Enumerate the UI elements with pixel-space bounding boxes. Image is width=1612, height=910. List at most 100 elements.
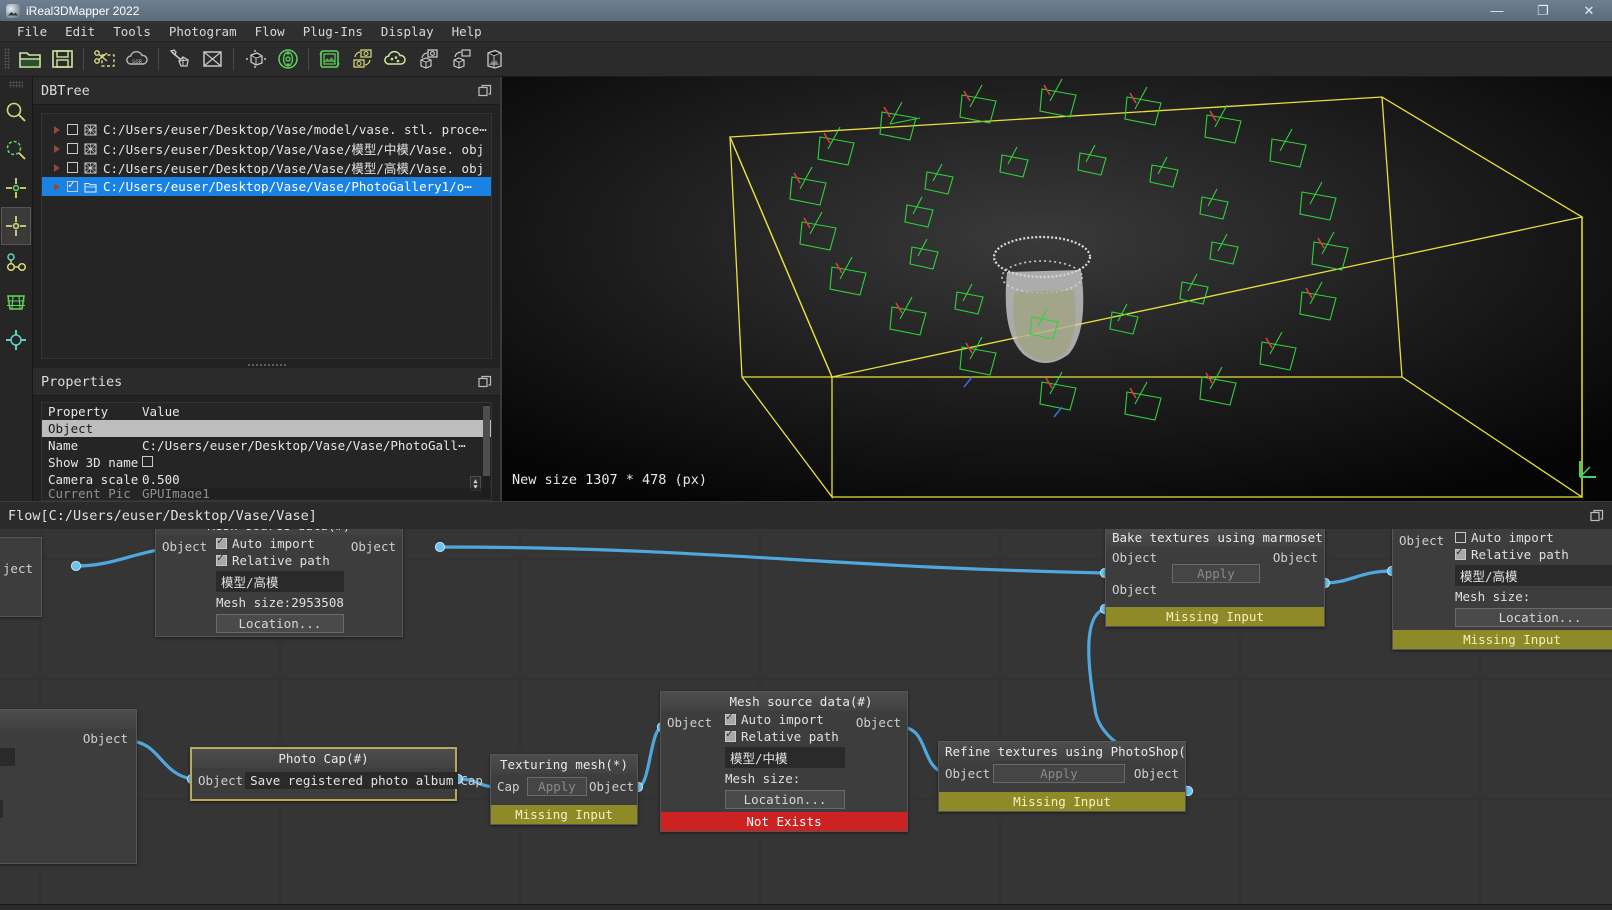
camera-register-icon[interactable] [346, 44, 379, 74]
tool-strip-grip[interactable] [9, 81, 23, 88]
node-mesh-source-midpoly[interactable]: Mesh source data(#) Object Auto import R… [660, 691, 908, 832]
navigate-orbit-icon[interactable] [271, 44, 304, 74]
node-mesh-source-highpoly[interactable]: Mesh source data(#) Object Auto import R… [155, 529, 403, 637]
relative-path-checkbox[interactable] [725, 727, 736, 742]
location-button[interactable]: Location... [725, 790, 845, 809]
menu-item-plugins[interactable]: Plug-Ins [294, 23, 372, 40]
menu-item-edit[interactable]: Edit [56, 23, 104, 40]
node-texturing-mesh[interactable]: Texturing mesh(*) Cap Apply Object Missi… [490, 754, 638, 825]
property-row-camerascale[interactable]: Camera scale 0.500 [42, 471, 491, 488]
maximize-button[interactable]: ❐ [1520, 0, 1566, 21]
auto-import-checkbox[interactable] [725, 710, 736, 725]
expand-triangle-icon[interactable] [54, 144, 60, 153]
tree-row[interactable]: C:/Users/euser/Desktop/Vase/Vase/模型/高模/V… [42, 158, 491, 177]
zoom-region-icon[interactable] [1, 131, 31, 169]
dbtree-list[interactable]: C:/Users/euser/Desktop/Vase/model/vase. … [41, 113, 492, 359]
relative-path-checkbox[interactable] [1455, 545, 1466, 560]
tree-checkbox[interactable] [67, 178, 78, 192]
photo-album-icon[interactable] [313, 44, 346, 74]
tree-row[interactable]: C:/Users/euser/Desktop/Vase/model/vase. … [42, 120, 491, 139]
mesh-path-field[interactable]: 模型/高模 [1455, 565, 1612, 586]
menu-item-help[interactable]: Help [443, 23, 491, 40]
tree-row[interactable]: C:/Users/euser/Desktop/Vase/Vase/PhotoGa… [42, 177, 491, 196]
float-window-icon[interactable] [478, 84, 492, 98]
apply-button[interactable]: Apply [1172, 564, 1260, 583]
property-row-show3dname[interactable]: Show 3D name [42, 454, 491, 471]
crosshair-icon[interactable] [1, 169, 31, 207]
node-bake-textures-marmoset[interactable]: Bake textures using marmoset(*) Object O… [1105, 529, 1325, 627]
auto-import-checkbox[interactable] [215, 534, 227, 549]
node-refine-textures-photoshop[interactable]: Refine textures using PhotoShop(→) Objec… [938, 741, 1186, 812]
minimize-button[interactable]: — [1474, 0, 1520, 21]
tree-checkbox[interactable] [67, 162, 78, 173]
photo-album-field[interactable]: Save registered photo album [245, 772, 459, 789]
menu-item-photogram[interactable]: Photogram [160, 23, 246, 40]
properties-scrollbar[interactable] [483, 404, 490, 499]
partial-field-2[interactable] [0, 800, 3, 818]
node-graph-icon[interactable] [1, 245, 31, 283]
menu-item-file[interactable]: File [8, 23, 56, 40]
cloud-box-icon[interactable] [445, 44, 478, 74]
triangulate-icon[interactable] [196, 44, 229, 74]
menu-item-tools[interactable]: Tools [104, 23, 160, 40]
property-row-currentpic[interactable]: Current Pic GPUImage1 [42, 488, 491, 499]
node-left-partial-bottom[interactable]: ata(#) Object [0, 709, 137, 864]
mesh-icon [84, 143, 97, 155]
properties-table[interactable]: Property Value Object Name C:/Users/euse… [41, 402, 492, 501]
relative-path-label: Relative path [1471, 547, 1569, 562]
sor-cloud-icon[interactable]: SOR [121, 44, 154, 74]
relative-path-row[interactable]: Relative path [210, 551, 350, 569]
location-button[interactable]: Location... [1455, 608, 1612, 627]
tree-checkbox[interactable] [67, 143, 78, 154]
apply-button[interactable]: Apply [527, 777, 587, 796]
status-bar [0, 904, 1612, 910]
move-icon[interactable] [1, 321, 31, 359]
auto-import-checkbox[interactable] [1455, 532, 1466, 543]
location-button[interactable]: Location... [215, 614, 344, 633]
tree-checkbox[interactable] [67, 124, 78, 135]
mesh-path-field[interactable]: 模型/中模 [725, 747, 845, 768]
menu-item-flow[interactable]: Flow [246, 23, 294, 40]
show-3d-name-checkbox[interactable] [142, 456, 153, 467]
menu-item-display[interactable]: Display [372, 23, 443, 40]
open-folder-icon[interactable] [13, 44, 46, 74]
tree-row[interactable]: C:/Users/euser/Desktop/Vase/Vase/模型/中模/V… [42, 139, 491, 158]
point-cloud-icon[interactable] [379, 44, 412, 74]
bounding-box-icon[interactable] [238, 44, 271, 74]
property-key: Object [48, 421, 94, 436]
crosshair-point-icon[interactable] [1, 207, 31, 245]
save-disk-icon[interactable] [46, 44, 79, 74]
expand-triangle-icon[interactable] [54, 182, 60, 191]
zoom-icon[interactable] [1, 93, 31, 131]
partial-field-1[interactable] [0, 748, 15, 766]
toolbar-grip[interactable] [4, 48, 10, 70]
relative-path-row[interactable]: Relative path [719, 727, 851, 745]
node-mesh-source-data-right[interactable]: Mesh source data Object Auto import Rela… [1392, 529, 1612, 650]
node-photo-cap[interactable]: Photo Cap(#) Object Save registered phot… [190, 747, 483, 801]
grid-mesh-icon[interactable] [1, 283, 31, 321]
property-row-name[interactable]: Name C:/Users/euser/Desktop/Vase/Vase/Ph… [42, 437, 491, 454]
box-camera-icon[interactable] [412, 44, 445, 74]
expand-triangle-icon[interactable] [54, 163, 60, 172]
mesh-hammer-icon[interactable] [163, 44, 196, 74]
toolbar-separator [308, 48, 309, 70]
apply-button[interactable]: Apply [993, 764, 1125, 783]
property-row-object[interactable]: Object [42, 420, 491, 437]
close-button[interactable]: ✕ [1566, 0, 1612, 21]
viewport-3d[interactable]: New size 1307 * 478 (px) [500, 77, 1612, 501]
texture-image-icon[interactable] [478, 44, 511, 74]
expand-triangle-icon[interactable] [54, 125, 60, 134]
auto-import-row[interactable]: Auto import [210, 534, 350, 552]
auto-import-row[interactable]: Auto import [1449, 529, 1612, 546]
port-label-out: Object [855, 715, 901, 730]
flow-canvas[interactable]: ject Mesh source data(#) Object Auto imp… [0, 529, 1612, 904]
mesh-path-field[interactable]: 模型/高模 [215, 571, 344, 592]
float-window-icon[interactable] [478, 375, 492, 389]
auto-import-row[interactable]: Auto import [719, 710, 851, 728]
node-left-partial-top[interactable]: ject [0, 537, 42, 617]
port-label-in: Object [945, 766, 991, 781]
float-window-icon[interactable] [1590, 509, 1604, 523]
crop-scissors-icon[interactable] [88, 44, 121, 74]
relative-path-checkbox[interactable] [215, 551, 227, 566]
relative-path-row[interactable]: Relative path [1449, 545, 1612, 563]
